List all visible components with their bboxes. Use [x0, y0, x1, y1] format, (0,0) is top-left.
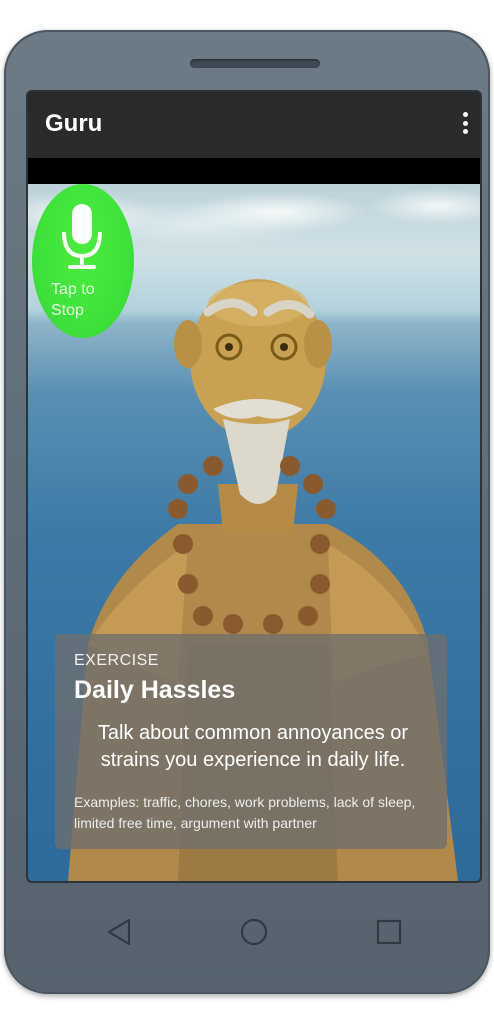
home-circle-icon[interactable]	[236, 914, 272, 950]
app-screen: Guru Tap to Stop EXERCISE Daily Hassles …	[28, 92, 480, 881]
mic-label: Tap to Stop	[51, 279, 121, 321]
exercise-card: EXERCISE Daily Hassles Talk about common…	[55, 634, 447, 849]
phone-speaker	[190, 59, 320, 68]
recents-square-icon[interactable]	[371, 914, 407, 950]
phone-frame: Guru Tap to Stop EXERCISE Daily Hassles …	[4, 30, 490, 994]
mic-stop-button[interactable]: Tap to Stop	[32, 184, 134, 338]
microphone-icon	[62, 204, 102, 269]
mic-label-line1: Tap to	[51, 281, 95, 298]
back-triangle-icon[interactable]	[101, 914, 137, 950]
guru-scene: Tap to Stop EXERCISE Daily Hassles Talk …	[28, 184, 480, 881]
mic-label-line2: Stop	[51, 302, 84, 319]
app-bar: Guru	[28, 92, 480, 158]
status-spacer	[28, 158, 480, 184]
system-nav-bar	[4, 900, 490, 970]
exercise-examples: Examples: traffic, chores, work problems…	[74, 794, 416, 831]
exercise-prompt: Talk about common annoyances or strains …	[97, 722, 409, 771]
app-title: Guru	[45, 110, 103, 137]
exercise-tag: EXERCISE	[74, 652, 159, 669]
exercise-title: Daily Hassles	[74, 676, 236, 704]
more-vert-icon[interactable]	[458, 110, 472, 136]
